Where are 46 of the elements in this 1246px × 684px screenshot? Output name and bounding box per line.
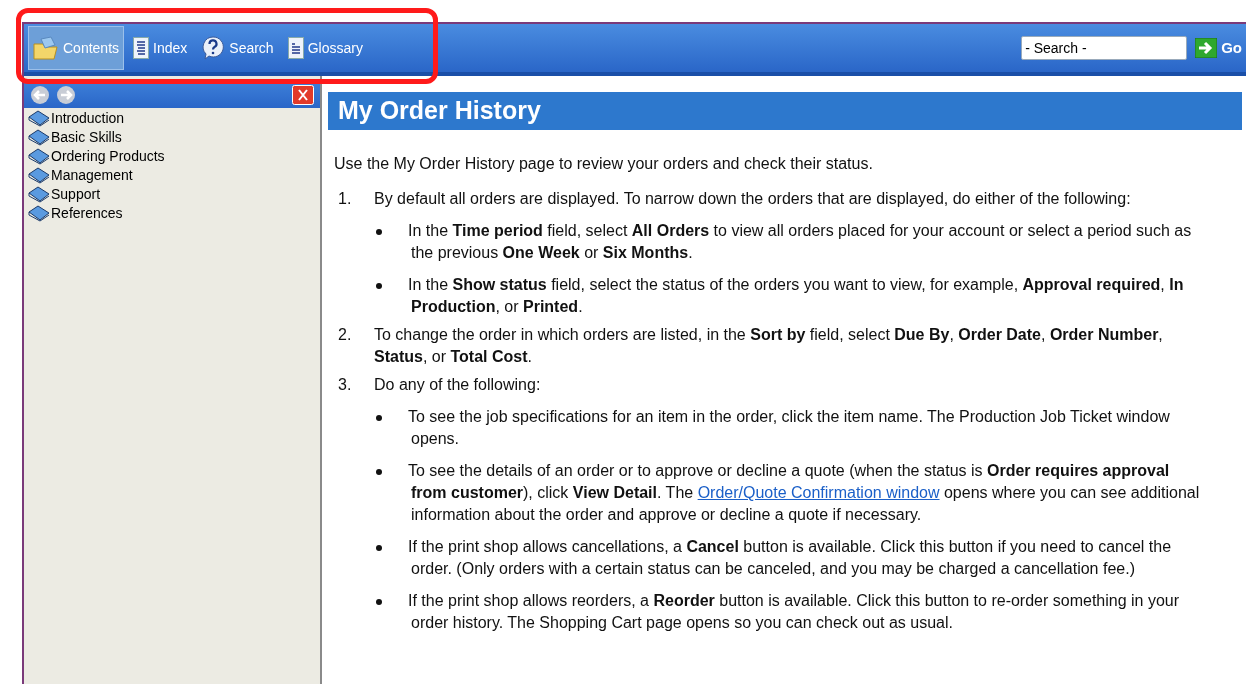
book-icon <box>28 186 50 203</box>
tree-item[interactable]: Basic Skills <box>28 128 320 147</box>
book-icon <box>28 148 50 165</box>
book-icon <box>28 205 50 222</box>
toolbar-tab[interactable]: Glossary <box>282 26 368 70</box>
tree-item[interactable]: Support <box>28 185 320 204</box>
step-text: To change the order in which orders are listed, in the Sort by field, select Due By, Order Date, Order Number, Status, or Total Cost. <box>374 325 1164 367</box>
bullet-text: If the print shop allows reorders, a Reorder button is available. Click this button to re-order something in your order history. The Shopping Cart page opens so you can check out as usual. <box>408 591 1181 633</box>
toolbar-tab[interactable]: Index <box>128 26 193 70</box>
tree-item[interactable]: References <box>28 204 320 223</box>
page-title: My Order History <box>328 92 1242 130</box>
close-icon[interactable] <box>292 85 314 105</box>
bullet-text: To see the details of an order or to approve or decline a quote (when the status is Order requires approval from customer), click View Detail. The Order/Quote Confirmation window opens where you can see additional information about the order and approve or decline a quote if necessary. <box>408 461 1201 525</box>
search-field[interactable]: - Search - <box>1021 36 1188 60</box>
book-icon <box>28 110 50 127</box>
bullet-text: In the Show status field, select the status of the orders you want to view, for example, Approval required, In Production, or Printed. <box>408 275 1185 317</box>
tree-item[interactable]: Introduction <box>28 109 320 128</box>
folder-icon <box>33 36 59 60</box>
bullet-text: To see the job specifications for an item in the order, click the item name. The Production Job Ticket window opens. <box>408 407 1171 449</box>
step-number: 1. <box>338 189 353 209</box>
bullet-icon <box>376 469 382 475</box>
back-icon[interactable] <box>30 85 50 105</box>
document-icon <box>133 37 150 59</box>
bullet-text: If the print shop allows cancellations, a Cancel button is available. Click this button if you need to cancel the order. (Only orders with a certain status can be canceled, and you may be charged a cancellation fee.) <box>408 537 1173 579</box>
bullet-icon <box>376 229 382 235</box>
forward-icon[interactable] <box>56 85 76 105</box>
book-icon <box>28 129 50 146</box>
document-icon <box>287 37 304 59</box>
tree-item[interactable]: Ordering Products <box>28 147 320 166</box>
arrow-icon <box>1195 38 1218 58</box>
bullet-icon <box>376 599 382 605</box>
tree-item[interactable]: Management <box>28 166 320 185</box>
toolbar-tab[interactable]: Search <box>196 26 279 70</box>
bullet-icon <box>376 415 382 421</box>
book-icon <box>28 167 50 184</box>
intro-text: Use the My Order History page to review your orders and check their status. <box>334 154 874 174</box>
bullet-icon <box>376 545 382 551</box>
step-text: By default all orders are displayed. To narrow down the orders that are displayed, do either of the following: <box>374 189 1132 209</box>
link[interactable]: Order/Quote Confirmation window <box>697 484 940 501</box>
bullet-icon <box>376 283 382 289</box>
bullet-text: In the Time period field, select All Orders to view all orders placed for your account or select a period such as the previous One Week or Six Months. <box>408 221 1193 263</box>
step-number: 3. <box>338 375 353 395</box>
step-number: 2. <box>338 325 353 345</box>
help-icon <box>201 36 226 60</box>
step-text: Do any of the following: <box>374 375 542 395</box>
go-button[interactable]: Go <box>1195 36 1242 60</box>
